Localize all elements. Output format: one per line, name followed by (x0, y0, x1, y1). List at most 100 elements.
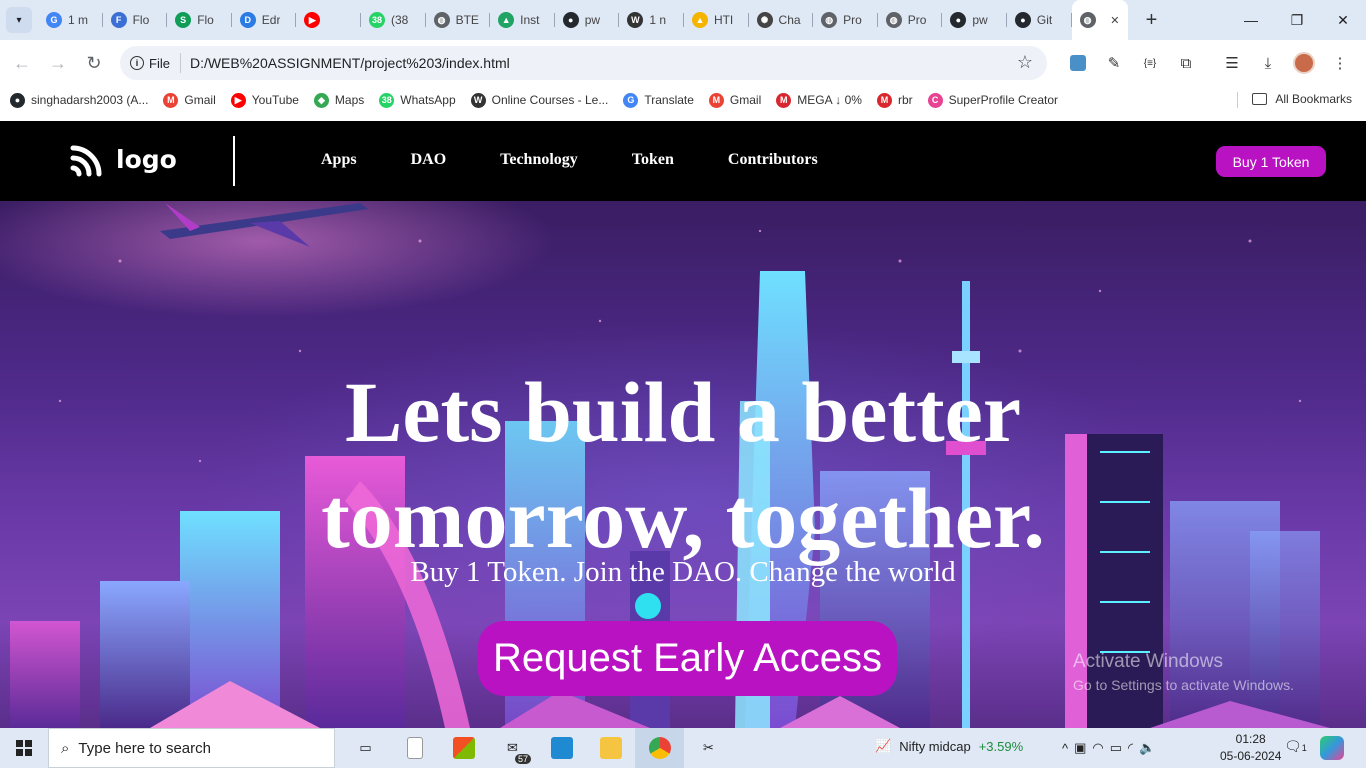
browser-tab[interactable]: ● pw (942, 0, 1007, 40)
tab-label: Pro (907, 13, 927, 27)
buy-token-button[interactable]: Buy 1 Token (1216, 146, 1326, 177)
wifi-icon[interactable]: ◜ (1128, 740, 1133, 756)
browser-tab[interactable]: G 1 m (38, 0, 103, 40)
vscode-icon[interactable] (537, 728, 586, 768)
browser-toolbar: ← → ↻ i File D:/WEB%20ASSIGNMENT/project… (0, 40, 1366, 86)
flowchart-icon: F (110, 12, 127, 28)
snipping-tool-icon[interactable]: ✂ (684, 728, 733, 768)
bookmark-item[interactable]: 38 WhatsApp (379, 92, 456, 108)
browser-tab[interactable]: S Flo (167, 0, 232, 40)
bookmark-item[interactable]: M MEGA ↓ 0% (776, 92, 862, 108)
store-icon[interactable] (439, 728, 488, 768)
stock-widget[interactable]: 📈 Nifty midcap +3.59% (875, 738, 1023, 754)
browser-tab[interactable]: D Edr (232, 0, 297, 40)
json-extension-icon[interactable]: {≡} (1132, 45, 1168, 81)
bookmark-item[interactable]: G Translate (623, 92, 694, 108)
browser-tab[interactable]: 38 (38 (361, 0, 426, 40)
nav-link-technology[interactable]: Technology (500, 151, 578, 169)
task-view-icon[interactable]: ▭ (341, 728, 390, 768)
bookmark-item[interactable]: M Gmail (163, 92, 216, 108)
taskbar-search-box[interactable]: ⌕ Type here to search (48, 728, 335, 768)
color-picker-icon[interactable]: ✎ (1096, 45, 1132, 81)
youtube-icon: ▶ (304, 12, 321, 28)
tab-label: 1 n (649, 13, 667, 27)
site-info-chip[interactable]: i File (130, 53, 181, 73)
address-bar[interactable]: i File D:/WEB%20ASSIGNMENT/project%203/i… (120, 46, 1047, 80)
translate-icon: G (623, 92, 639, 108)
battery-icon[interactable]: ▭ (1110, 740, 1122, 756)
bookmark-label: WhatsApp (400, 93, 456, 107)
youtube-icon: ▶ (230, 92, 246, 108)
nav-link-token[interactable]: Token (632, 151, 674, 169)
url-text[interactable]: D:/WEB%20ASSIGNMENT/project%203/index.ht… (190, 55, 510, 71)
windows-logo-icon (16, 740, 32, 756)
nav-link-contributors[interactable]: Contributors (728, 151, 818, 169)
new-tab-plus-icon[interactable]: + (1140, 9, 1164, 32)
wordpress-icon: W (470, 92, 486, 108)
github-icon: ● (1014, 12, 1031, 28)
chrome-icon[interactable] (635, 728, 684, 768)
restore-icon[interactable]: ❐ (1274, 0, 1320, 40)
network-icon[interactable]: ◠ (1092, 740, 1103, 756)
tab-search-chevron-icon[interactable]: ▾ (6, 7, 32, 33)
bookmark-star-icon[interactable]: ☆ (1017, 52, 1033, 73)
bookmark-item[interactable]: Mrbr (876, 92, 913, 108)
close-tab-icon[interactable]: ✕ (1110, 14, 1119, 27)
notepad-icon[interactable] (390, 728, 439, 768)
site-logo[interactable]: logo (70, 141, 177, 177)
system-clock[interactable]: 01:28 05-06-2024 (1220, 731, 1281, 765)
nav-link-dao[interactable]: DAO (411, 151, 447, 169)
mega-icon: M (876, 92, 892, 108)
menu-kebab-icon[interactable]: ⋮ (1322, 45, 1358, 81)
browser-tab[interactable]: F Flo (103, 0, 168, 40)
bookmark-label: Translate (644, 93, 694, 107)
extension-app-icon[interactable] (1060, 45, 1096, 81)
browser-tab[interactable]: W 1 n (619, 0, 684, 40)
copilot-icon[interactable] (1320, 736, 1344, 760)
tab-label: pw (972, 13, 988, 27)
meet-now-icon[interactable]: ▣ (1074, 740, 1086, 756)
wordpress-icon: W (627, 12, 644, 28)
bookmarks-bar: ● singhadarsh2003 (A... M Gmail ▶ YouTube ◆ Map… (0, 86, 1366, 114)
media-controls-icon[interactable]: ☰ (1214, 45, 1250, 81)
bookmark-label: Online Courses - Le... (491, 93, 609, 107)
reload-icon[interactable]: ↻ (76, 45, 112, 81)
notification-center-icon[interactable]: 🗨1 (1284, 738, 1307, 755)
bookmark-item[interactable]: W Online Courses - Le... (470, 92, 609, 108)
bookmark-item[interactable]: M Gmail (708, 92, 761, 108)
show-hidden-icons-icon[interactable]: ^ (1062, 741, 1068, 756)
nav-link-apps[interactable]: Apps (321, 151, 357, 169)
bookmark-item[interactable]: ◆ Maps (313, 92, 365, 108)
profile-avatar[interactable] (1286, 45, 1322, 81)
windows-taskbar: ⌕ Type here to search ▭ ✉ 57 ✂ 📈 Nifty mi… (0, 728, 1366, 768)
back-arrow-icon[interactable]: ← (4, 45, 40, 81)
close-window-icon[interactable]: ✕ (1320, 0, 1366, 40)
request-early-access-button[interactable]: Request Early Access (478, 621, 897, 696)
browser-tab[interactable]: ▶ (296, 0, 361, 40)
browser-tab[interactable]: ● Git (1007, 0, 1072, 40)
bookmark-item[interactable]: ▶ YouTube (230, 92, 299, 108)
hero-section: Lets build a better tomorrow, together. … (0, 201, 1366, 728)
browser-tab[interactable]: ✺ Cha (749, 0, 814, 40)
mail-icon[interactable]: ✉ 57 (488, 728, 537, 768)
bookmark-item[interactable]: C SuperProfile Creator (927, 92, 1058, 108)
browser-tab[interactable]: ◍ BTE (426, 0, 491, 40)
all-bookmarks-button[interactable]: All Bookmarks (1252, 92, 1352, 106)
volume-icon[interactable]: 🔈 (1139, 740, 1155, 756)
extensions-puzzle-icon[interactable]: ⧉ (1168, 45, 1204, 81)
minimize-icon[interactable]: — (1228, 0, 1274, 40)
file-explorer-icon[interactable] (586, 728, 635, 768)
active-browser-tab[interactable]: ◍ ✕ (1071, 0, 1128, 40)
browser-tab[interactable]: ◍ Pro (878, 0, 943, 40)
bookmark-item[interactable]: ● singhadarsh2003 (A... (10, 92, 149, 108)
tab-label: Inst (520, 13, 540, 27)
browser-tab[interactable]: ● pw (555, 0, 620, 40)
forward-arrow-icon[interactable]: → (40, 45, 76, 81)
bookmark-label: singhadarsh2003 (A... (31, 93, 149, 107)
browser-tab[interactable]: ▲ Inst (490, 0, 555, 40)
bookmark-label: Maps (334, 93, 365, 107)
start-button[interactable] (0, 728, 48, 768)
browser-tab[interactable]: ▲ HTI (684, 0, 749, 40)
browser-tab[interactable]: ◍ Pro (813, 0, 878, 40)
download-icon[interactable]: ⤓ (1250, 45, 1286, 81)
